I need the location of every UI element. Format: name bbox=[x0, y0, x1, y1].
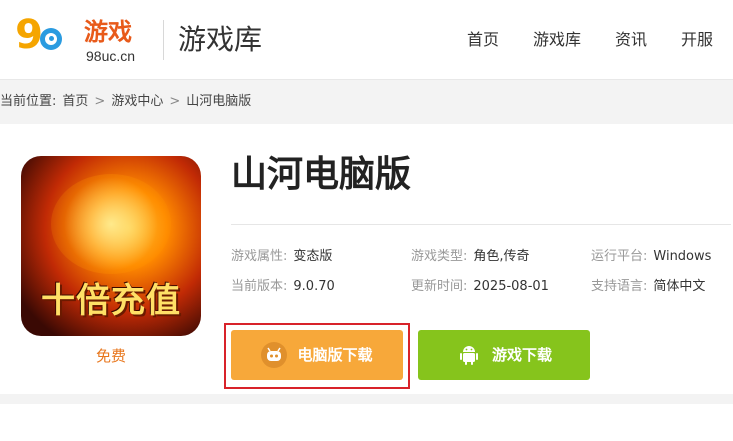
info-key: 游戏属性: bbox=[231, 249, 288, 264]
logo-brand-text: 游戏 bbox=[84, 18, 132, 46]
info-key: 当前版本: bbox=[231, 279, 288, 294]
game-download-button[interactable]: 游戏下载 bbox=[418, 330, 590, 380]
site-logo[interactable]: 9 游戏 98uc.cn bbox=[10, 10, 150, 70]
info-key: 运行平台: bbox=[591, 249, 648, 264]
robot-icon bbox=[261, 342, 288, 368]
breadcrumb-link-game-center[interactable]: 游戏中心 bbox=[111, 93, 163, 111]
info-value: 角色,传奇 bbox=[473, 249, 530, 264]
pc-download-button[interactable]: 电脑版下载 bbox=[231, 330, 403, 380]
nav-item-server[interactable]: 开服 bbox=[681, 30, 713, 50]
breadcrumb-separator: > bbox=[169, 94, 181, 109]
info-key: 支持语言: bbox=[591, 279, 648, 294]
breadcrumb-link-home[interactable]: 首页 bbox=[62, 93, 88, 111]
logo-smiley-icon bbox=[40, 28, 62, 50]
info-value: 2025-08-01 bbox=[473, 279, 549, 294]
site-header: 9 游戏 98uc.cn 游戏库 首页 游戏库 资讯 开服 bbox=[0, 0, 733, 80]
info-version: 当前版本: 9.0.70 bbox=[231, 278, 411, 296]
info-game-type: 游戏类型: 角色,传奇 bbox=[411, 248, 591, 266]
nav-item-home[interactable]: 首页 bbox=[467, 30, 499, 50]
section-title: 游戏库 bbox=[178, 23, 263, 56]
logo-domain-text: 98uc.cn bbox=[86, 48, 136, 64]
game-title: 山河电脑版 bbox=[231, 154, 412, 195]
game-info-grid: 游戏属性: 变态版 游戏类型: 角色,传奇 运行平台: Windows 当前版本: 9.… bbox=[231, 248, 733, 296]
info-value: 变态版 bbox=[293, 249, 333, 264]
nav-item-game-library[interactable]: 游戏库 bbox=[533, 30, 581, 50]
game-cover-fire-glow bbox=[51, 174, 171, 274]
game-cover-banner-text: 十倍充值 bbox=[41, 281, 181, 321]
android-icon bbox=[456, 342, 482, 368]
header-divider bbox=[163, 20, 164, 60]
price-label: 免费 bbox=[95, 347, 126, 365]
game-cover-image: 十倍充值 bbox=[21, 156, 201, 336]
info-game-attribute: 游戏属性: 变态版 bbox=[231, 248, 411, 266]
info-key: 游戏类型: bbox=[411, 249, 468, 264]
nav-item-news[interactable]: 资讯 bbox=[615, 30, 647, 50]
info-value: Windows bbox=[653, 249, 712, 264]
breadcrumb-current: 山河电脑版 bbox=[186, 94, 252, 109]
info-platform: 运行平台: Windows bbox=[591, 248, 733, 266]
game-detail-card: 十倍充值 免费 山河电脑版 游戏属性: 变态版 游戏类型: 角色,传奇 运行平台: W… bbox=[0, 124, 733, 394]
game-download-label: 游戏下载 bbox=[491, 346, 552, 364]
pc-download-label: 电脑版下载 bbox=[297, 346, 373, 364]
info-divider bbox=[231, 224, 731, 225]
next-section-strip bbox=[0, 404, 733, 441]
breadcrumb-separator: > bbox=[94, 94, 106, 109]
info-value: 简体中文 bbox=[653, 279, 706, 294]
info-language: 支持语言: 简体中文 bbox=[591, 278, 733, 296]
main-nav: 首页 游戏库 资讯 开服 bbox=[467, 30, 713, 50]
info-value: 9.0.70 bbox=[293, 279, 335, 294]
breadcrumb-prefix: 当前位置: bbox=[0, 94, 57, 109]
info-update-time: 更新时间: 2025-08-01 bbox=[411, 278, 591, 296]
breadcrumb: 当前位置: 首页 > 游戏中心 > 山河电脑版 bbox=[0, 93, 251, 111]
info-key: 更新时间: bbox=[411, 279, 468, 294]
